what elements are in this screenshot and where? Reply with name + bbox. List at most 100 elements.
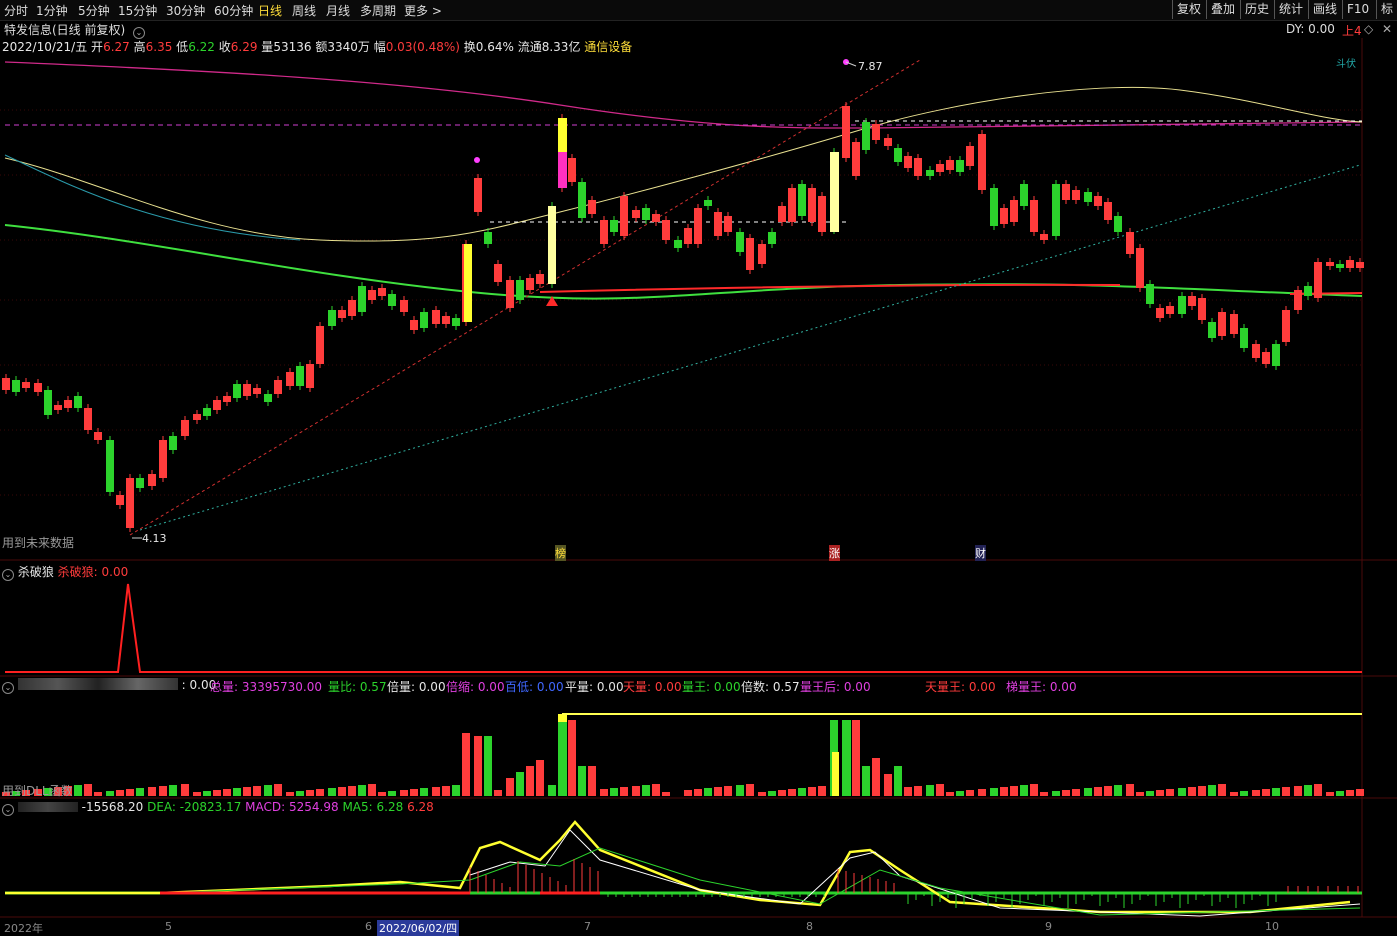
volume-bar bbox=[872, 758, 880, 796]
volume-bar bbox=[852, 720, 860, 796]
volume-bar bbox=[914, 786, 922, 796]
candle-body bbox=[1114, 216, 1122, 232]
candle-body bbox=[1326, 262, 1334, 266]
volume-bar bbox=[714, 787, 722, 796]
indicator1-name[interactable]: 杀破狼 bbox=[18, 565, 54, 579]
candle-body bbox=[872, 124, 880, 140]
candle-body bbox=[578, 182, 586, 218]
volume-bar bbox=[662, 792, 670, 796]
volume-bar bbox=[956, 791, 964, 796]
candle-body bbox=[1314, 262, 1322, 298]
candle-body bbox=[368, 290, 376, 300]
candle-body bbox=[233, 384, 241, 398]
candle-body bbox=[1126, 232, 1134, 254]
event-tag-bang[interactable]: 榜 bbox=[555, 545, 566, 561]
volume-bar bbox=[684, 790, 692, 796]
candle-body bbox=[778, 206, 786, 222]
volume-bar bbox=[1252, 790, 1260, 796]
volume-bar bbox=[338, 787, 346, 796]
macd-dif-line bbox=[469, 829, 1361, 917]
indicator1-header: ⌄ 杀破狼 杀破狼: 0.00 bbox=[2, 563, 128, 581]
volume-bar bbox=[904, 787, 912, 796]
candle-body bbox=[600, 220, 608, 244]
candle-body bbox=[936, 164, 944, 172]
volume-bar bbox=[798, 788, 806, 796]
volume-bar bbox=[358, 785, 366, 796]
volume-bar bbox=[588, 766, 596, 796]
volume-bar bbox=[862, 766, 870, 796]
candle-body bbox=[1094, 196, 1102, 206]
candle-body bbox=[526, 278, 534, 290]
candle-body bbox=[1188, 296, 1196, 306]
candle-body bbox=[159, 440, 167, 478]
chevron-down-icon[interactable]: ⌄ bbox=[2, 804, 14, 816]
candle-body bbox=[966, 146, 974, 166]
candle-body bbox=[148, 474, 156, 486]
candle-body bbox=[1252, 344, 1260, 358]
volume-bar bbox=[1336, 791, 1344, 796]
candle-body bbox=[894, 148, 902, 162]
volume-bar bbox=[724, 786, 732, 796]
candle-body bbox=[452, 318, 460, 326]
macd-ma5: MA5: 6.28 bbox=[342, 800, 404, 814]
candle-body bbox=[1336, 264, 1344, 268]
volume-bar bbox=[1230, 792, 1238, 796]
candle-body bbox=[506, 280, 514, 308]
candle-body bbox=[1262, 352, 1270, 364]
candle-body bbox=[316, 326, 324, 364]
candle-body bbox=[852, 142, 860, 176]
candle-body bbox=[358, 286, 366, 312]
event-tag-cai[interactable]: 财 bbox=[975, 545, 986, 561]
candle-body bbox=[1040, 234, 1048, 240]
candle-body bbox=[1030, 200, 1038, 232]
candle-body bbox=[1208, 322, 1216, 338]
volume-bar bbox=[1272, 788, 1280, 796]
candle-body bbox=[1020, 184, 1028, 206]
volume-bar bbox=[1146, 791, 1154, 796]
volume-bar bbox=[506, 778, 514, 796]
volume-bar bbox=[286, 792, 294, 796]
volume-bar bbox=[84, 784, 92, 796]
chevron-down-icon[interactable]: ⌄ bbox=[2, 682, 14, 694]
volume-bar bbox=[1084, 788, 1092, 796]
volume-bar bbox=[94, 792, 102, 796]
candle-body bbox=[274, 380, 282, 394]
volume-bar bbox=[1136, 792, 1144, 796]
candle-body bbox=[388, 294, 396, 306]
candle-body bbox=[348, 300, 356, 316]
volume-bar bbox=[484, 736, 492, 796]
candle-body bbox=[223, 396, 231, 402]
candle-body bbox=[1304, 286, 1312, 296]
volume-bar bbox=[1062, 790, 1070, 796]
xaxis-label: 9 bbox=[1045, 920, 1052, 933]
volume-bar bbox=[193, 792, 201, 796]
macd-diff: -15568.20 bbox=[81, 800, 144, 814]
candle-body bbox=[1156, 308, 1164, 318]
volume-bar bbox=[388, 791, 396, 796]
volume-bar bbox=[223, 789, 231, 796]
volume-bar bbox=[704, 788, 712, 796]
volume-bar bbox=[966, 790, 974, 796]
candle-body bbox=[74, 396, 82, 408]
candle-body bbox=[990, 188, 998, 226]
candle-body bbox=[1198, 298, 1206, 320]
volume-bar bbox=[1126, 784, 1134, 796]
candle-body bbox=[378, 288, 386, 296]
candle-body bbox=[1240, 328, 1248, 348]
volume-bar bbox=[632, 786, 640, 796]
candle-body bbox=[494, 264, 502, 282]
event-tag-zhang[interactable]: 涨 bbox=[829, 545, 840, 561]
candle-body bbox=[1062, 184, 1070, 200]
candle-body bbox=[1084, 192, 1092, 202]
signal-candle bbox=[830, 152, 839, 232]
chevron-down-icon[interactable]: ⌄ bbox=[2, 569, 14, 581]
volume-bar bbox=[946, 792, 954, 796]
kline-chart[interactable] bbox=[0, 0, 1397, 933]
candle-body bbox=[1104, 202, 1112, 220]
candle-body bbox=[798, 184, 806, 216]
top-right-label: 斗伏 bbox=[1336, 59, 1356, 70]
candle-body bbox=[44, 390, 52, 415]
candle-body bbox=[620, 196, 628, 236]
volume-bar bbox=[558, 720, 567, 796]
candle-body bbox=[203, 408, 211, 416]
